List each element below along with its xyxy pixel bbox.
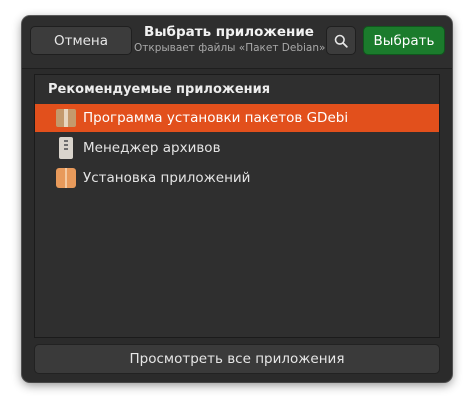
search-icon: [334, 34, 348, 48]
app-item-gdebi[interactable]: Программа установки пакетов GDebi: [35, 104, 439, 132]
cancel-button[interactable]: Отмена: [30, 26, 132, 55]
header-bar: Отмена Выбрать приложение Открывает файл…: [22, 16, 452, 69]
dialog-subtitle: Открывает файлы «Пакет Debian».: [134, 42, 329, 54]
app-item-label: Программа установки пакетов GDebi: [83, 110, 349, 126]
search-button[interactable]: [326, 26, 356, 55]
software-install-icon: [55, 167, 77, 189]
app-item-archive-manager[interactable]: Менеджер архивов: [35, 134, 439, 162]
package-box-icon: [55, 107, 77, 129]
dialog-title-block: Выбрать приложение Открывает файлы «Паке…: [134, 24, 329, 55]
app-item-label: Менеджер архивов: [83, 140, 221, 156]
recommended-apps-panel: Рекомендуемые приложения Программа устан…: [34, 74, 440, 338]
show-all-apps-button[interactable]: Просмотреть все приложения: [34, 344, 440, 374]
select-button[interactable]: Выбрать: [363, 26, 445, 55]
app-item-label: Установка приложений: [83, 170, 251, 186]
dialog-title: Выбрать приложение: [144, 24, 314, 40]
app-item-software-install[interactable]: Установка приложений: [35, 164, 439, 192]
recommended-apps-heading: Рекомендуемые приложения: [48, 82, 271, 97]
app-chooser-dialog: Отмена Выбрать приложение Открывает файл…: [22, 16, 452, 382]
archive-zip-icon: [55, 137, 77, 159]
